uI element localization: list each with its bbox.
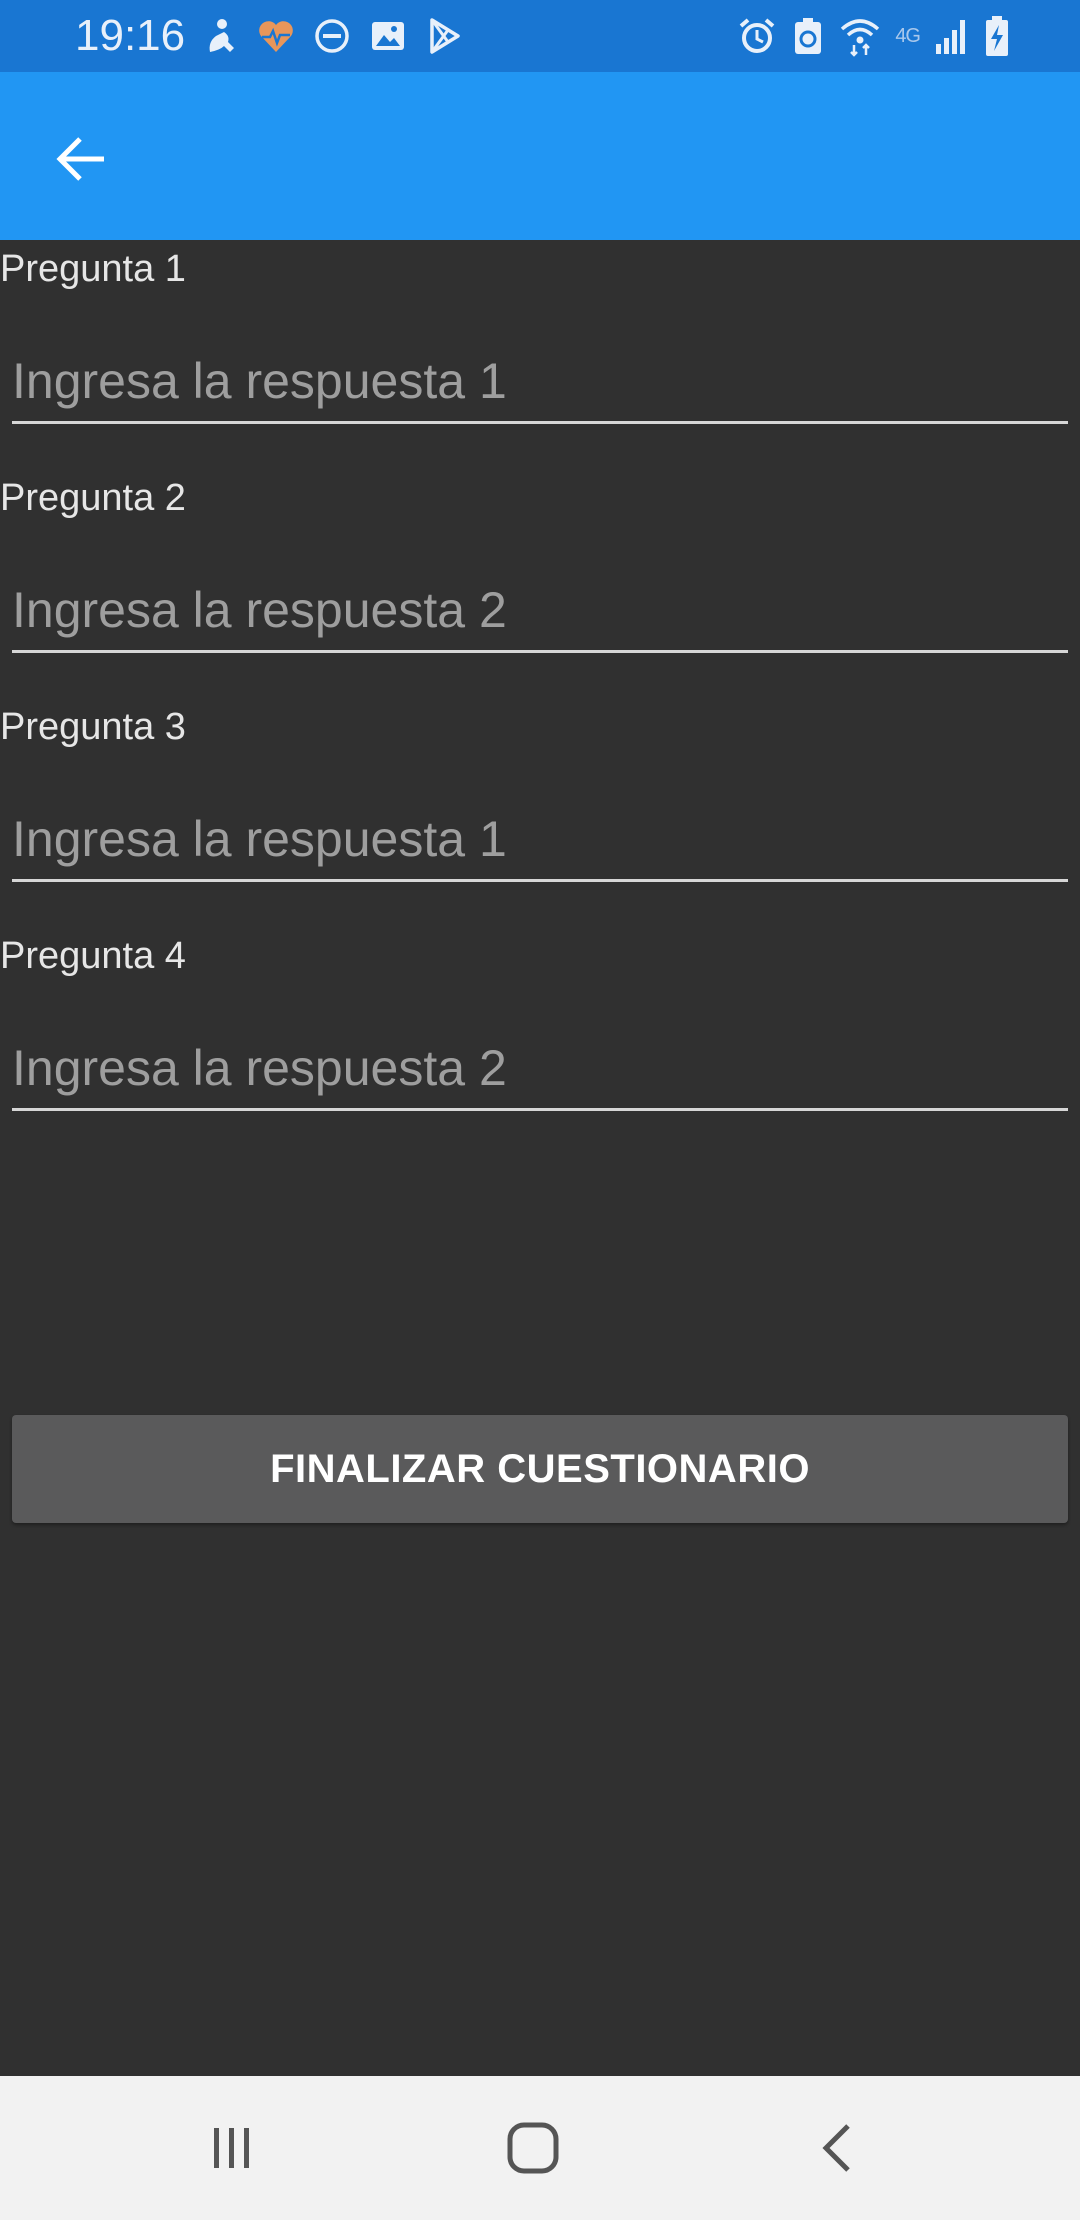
question-label: Pregunta 4 [0, 935, 186, 977]
arrow-back-icon [56, 137, 104, 181]
play-store-icon [424, 16, 464, 56]
wifi-icon [839, 15, 881, 57]
status-left-icons [200, 12, 464, 60]
question-3: Pregunta 3 [0, 698, 1080, 927]
question-label: Pregunta 2 [0, 477, 186, 519]
question-2: Pregunta 2 [0, 469, 1080, 698]
question-label: Pregunta 1 [0, 248, 186, 290]
status-bar: 19:16 4G [0, 0, 1080, 72]
question-label: Pregunta 3 [0, 706, 186, 748]
question-4: Pregunta 4 [0, 927, 1080, 1156]
battery-saver-icon [791, 16, 825, 56]
network-4g-icon: 4G [895, 24, 921, 47]
signal-icon [934, 16, 970, 56]
battery-charging-icon [984, 15, 1010, 57]
back-button[interactable] [40, 117, 124, 201]
recent-apps-icon [214, 2128, 249, 2168]
answer-input-3[interactable] [12, 798, 1068, 882]
system-nav-bar [0, 2076, 1080, 2220]
question-1: Pregunta 1 [0, 240, 1080, 469]
answer-input-1[interactable] [12, 340, 1068, 424]
status-time: 19:16 [75, 11, 186, 60]
recent-apps-button[interactable] [182, 2098, 282, 2198]
nav-back-button[interactable] [788, 2098, 888, 2198]
home-button[interactable] [483, 2098, 583, 2198]
do-not-disturb-icon [312, 16, 352, 56]
answer-input-4[interactable] [12, 1027, 1068, 1111]
app-bar [0, 72, 1080, 240]
back-icon [822, 2124, 850, 2172]
status-right-icons: 4G [737, 12, 1010, 60]
home-icon [507, 2122, 559, 2174]
gallery-icon [368, 16, 408, 56]
accessibility-icon [200, 16, 240, 56]
health-heart-icon [256, 16, 296, 56]
alarm-icon [737, 16, 777, 56]
finish-questionnaire-button[interactable]: FINALIZAR CUESTIONARIO [12, 1415, 1068, 1523]
answer-input-2[interactable] [12, 569, 1068, 653]
questionnaire-form: Pregunta 1 Pregunta 2 Pregunta 3 Pregunt… [0, 240, 1080, 1523]
